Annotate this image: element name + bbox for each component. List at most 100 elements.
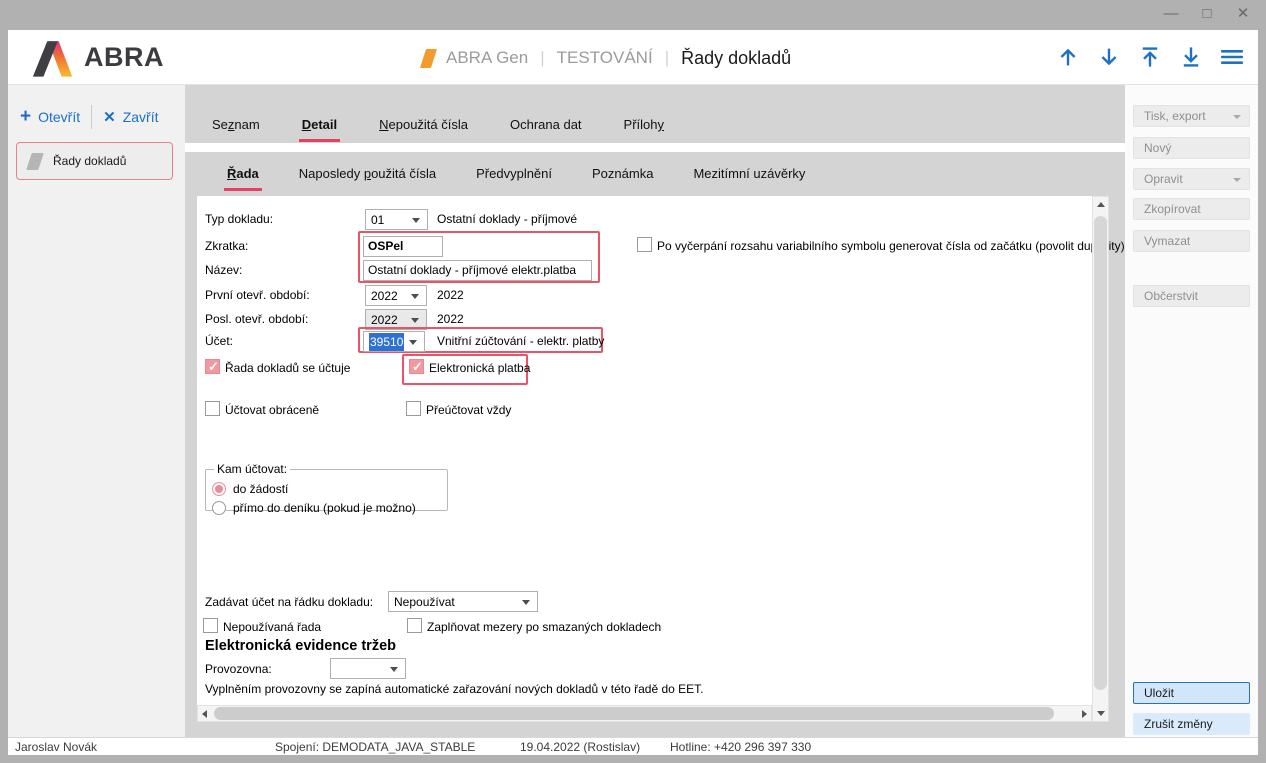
edit-button[interactable]: Opravit [1133,168,1250,190]
zkratka-input[interactable]: OSPel [363,236,443,257]
arrow-first-icon[interactable] [1138,45,1162,69]
breadcrumb-separator: | [665,48,669,68]
provozovna-label: Provozovna: [205,662,272,677]
kam-uctovat-legend: Kam účtovat: [214,462,290,476]
close-tab-button[interactable]: ✕ Zavřít [103,108,158,126]
abra-logo: ABRA [30,38,164,77]
left-sidebar: + Otevřít ✕ Zavřít Řady dokladů [8,85,185,737]
status-date: 19.04.2022 (Rostislav) [520,739,640,755]
cancel-changes-button[interactable]: Zrušit změny [1133,713,1250,735]
tab-mezitimni-uzaverky[interactable]: Mezitímní uzávěrky [693,152,805,196]
print-export-button[interactable]: Tisk, export [1133,105,1250,127]
tab-nepouzita-cisla[interactable]: Nepoužitá čísla [379,95,468,143]
scroll-up-icon[interactable] [1093,197,1108,213]
nazev-label: Název: [205,263,242,278]
delete-button[interactable]: Vymazat [1133,230,1250,252]
rada-uctuje-label: Řada dokladů se účtuje [225,361,350,375]
breadcrumb: ABRA Gen | TESTOVÁNÍ | Řady dokladů [423,43,791,73]
minimize-icon[interactable]: — [1160,2,1182,26]
tab-prilohy[interactable]: Přílohy [624,95,664,143]
breadcrumb-environment: TESTOVÁNÍ [557,48,653,68]
hamburger-menu-icon[interactable] [1220,45,1244,69]
sidebar-item-label: Řady dokladů [53,154,126,168]
zadavat-ucet-label: Zadávat účet na řádku dokladu: [205,595,373,610]
kam-uctovat-group: Kam účtovat: do žádostí přímo do deníku … [205,462,448,511]
app-body: + Otevřít ✕ Zavřít Řady dokladů Seznam D… [8,85,1258,737]
tabs-separator [185,143,1125,152]
app-header: ABRA ABRA Gen | TESTOVÁNÍ | Řady dokladů [8,30,1258,85]
tab-naposledy-pouzita-cisla[interactable]: Naposledy použitá čísla [299,152,436,196]
detail-form: Typ dokladu: 01 Ostatní doklady - příjmo… [197,196,1092,705]
elektronicka-platba-checkbox[interactable] [409,359,424,374]
logo-text: ABRA [84,42,164,73]
tab-poznamka[interactable]: Poznámka [592,152,653,196]
status-connection: Spojení: DEMODATA_JAVA_STABLE [275,739,475,755]
tab-predvyplneni[interactable]: Předvyplnění [476,152,552,196]
tab-detail[interactable]: Detail [302,95,337,143]
breadcrumb-app: ABRA Gen [446,48,528,68]
vertical-scrollbar-thumb[interactable] [1094,216,1107,690]
copy-button[interactable]: Zkopírovat [1133,198,1250,220]
window-titlebar: — □ ✕ [0,0,1266,30]
variabilni-symbol-checkbox[interactable] [637,237,652,252]
open-button-label: Otevřít [38,109,80,125]
uctovat-obracene-checkbox[interactable] [205,401,220,416]
tab-seznam[interactable]: Seznam [212,95,260,143]
status-hotline: Hotline: +420 296 397 330 [670,739,811,755]
horizontal-scrollbar[interactable] [197,705,1092,722]
main-area: Seznam Detail Nepoužitá čísla Ochrana da… [185,85,1125,737]
arrow-down-icon[interactable] [1097,45,1121,69]
radio-do-zadosti[interactable]: do žádostí [212,479,441,498]
nazev-input[interactable]: Ostatní doklady - příjmové elektr.platba [363,260,592,281]
typ-dokladu-desc: Ostatní doklady - příjmové [437,209,577,230]
arrow-up-icon[interactable] [1056,45,1080,69]
scroll-down-icon[interactable] [1093,705,1108,721]
new-button[interactable]: Nový [1133,137,1250,159]
main-tabs: Seznam Detail Nepoužitá čísla Ochrana da… [185,95,1125,143]
breadcrumb-separator: | [540,48,544,68]
divider [91,105,92,129]
nepouzivana-rada-checkbox[interactable] [203,618,218,633]
radio-primo-do-deniku[interactable]: přímo do deníku (pokud je možno) [212,498,441,517]
save-button[interactable]: Uložit [1133,682,1250,704]
document-series-icon [26,153,44,170]
vertical-scrollbar[interactable] [1092,196,1109,722]
posl-obdobi-label: Posl. otevř. období: [205,312,308,327]
tab-rada[interactable]: Řada [227,152,259,196]
zadavat-ucet-dropdown[interactable]: Nepoužívat [388,591,538,612]
preuctovat-vzdy-label: Přeúčtovat vždy [426,403,511,417]
ucet-dropdown[interactable]: 39510 [363,331,425,352]
radio-unselected-icon [212,501,226,515]
zaplnovat-mezery-checkbox[interactable] [407,618,422,633]
status-user: Jaroslav Novák [15,739,97,755]
zaplnovat-mezery-label: Zaplňovat mezery po smazaných dokladech [427,620,661,634]
close-button-label: Zavřít [123,109,159,125]
sidebar-item-rady-dokladu[interactable]: Řady dokladů [16,142,173,180]
eet-note: Vyplněním provozovny se zapíná automatic… [205,682,704,696]
nepouzivana-rada-label: Nepoužívaná řada [223,620,321,634]
ucet-desc: Vnitřní zúčtování - elektr. platby [437,331,604,352]
close-icon[interactable]: ✕ [1232,2,1254,26]
variabilni-symbol-label: Po vyčerpání rozsahu variabilního symbol… [657,239,1125,253]
status-bar: Jaroslav Novák Spojení: DEMODATA_JAVA_ST… [8,737,1258,755]
cross-icon: ✕ [103,108,116,126]
elektronicka-platba-label: Elektronická platba [429,361,530,375]
open-button[interactable]: + Otevřít [20,109,80,125]
preuctovat-vzdy-checkbox[interactable] [406,401,421,416]
arrow-last-icon[interactable] [1179,45,1203,69]
maximize-icon[interactable]: □ [1196,2,1218,26]
prvni-obdobi-dropdown[interactable]: 2022 [365,285,427,306]
typ-dokladu-dropdown[interactable]: 01 [365,209,428,230]
rada-uctuje-checkbox[interactable] [205,359,220,374]
prvni-obdobi-label: První otevř. období: [205,288,310,303]
posl-obdobi-dropdown[interactable]: 2022 [365,309,427,330]
scroll-left-icon[interactable] [198,706,213,721]
provozovna-dropdown[interactable] [330,658,406,679]
typ-dokladu-label: Typ dokladu: [205,212,273,227]
uctovat-obracene-label: Účtovat obráceně [225,403,319,417]
refresh-button[interactable]: Občerstvit [1133,285,1250,307]
eet-heading: Elektronická evidence tržeb [205,638,396,654]
tab-ochrana-dat[interactable]: Ochrana dat [510,95,582,143]
scroll-right-icon[interactable] [1076,706,1091,721]
horizontal-scrollbar-thumb[interactable] [214,707,1054,720]
